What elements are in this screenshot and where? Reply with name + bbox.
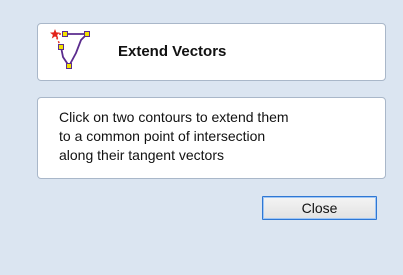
tool-title-panel: Extend Vectors	[37, 23, 386, 81]
tool-title: Extend Vectors	[118, 43, 227, 60]
tool-description: Click on two contours to extend them to …	[59, 109, 289, 163]
extend-vectors-icon	[50, 29, 90, 69]
tool-description-panel: Click on two contours to extend them to …	[37, 97, 386, 179]
close-button[interactable]: Close	[262, 196, 377, 220]
